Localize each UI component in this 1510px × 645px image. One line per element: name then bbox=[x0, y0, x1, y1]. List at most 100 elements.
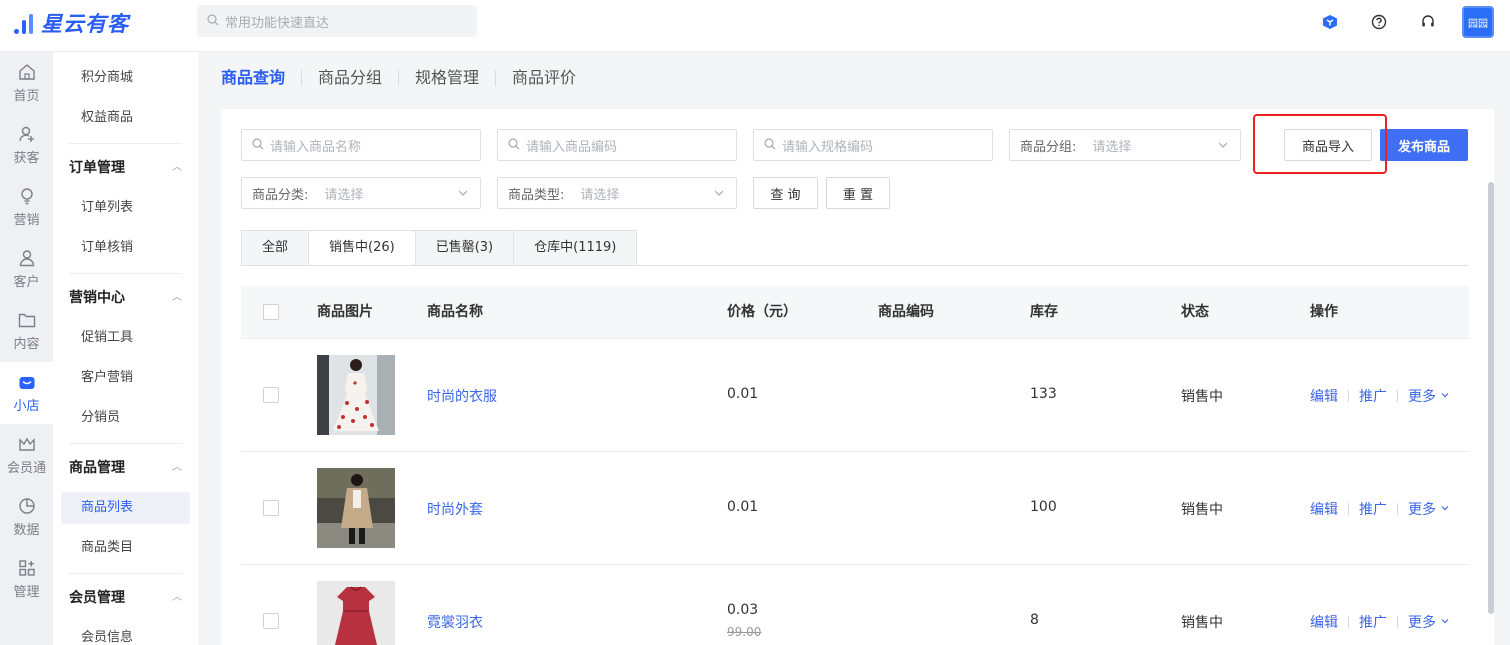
nav-label: 首页 bbox=[13, 89, 40, 104]
goods-group-select[interactable]: 商品分组: 请选择 bbox=[1009, 129, 1241, 161]
nav-label: 客户 bbox=[13, 275, 40, 290]
divider bbox=[1397, 390, 1398, 402]
subnav-item-goods-category[interactable]: 商品类目 bbox=[61, 532, 190, 564]
tab-sold-out[interactable]: 已售罄(3) bbox=[415, 230, 515, 266]
nav-label: 获客 bbox=[13, 151, 40, 166]
subnav-group-marketing[interactable]: 营销中心 ︿ bbox=[69, 283, 182, 313]
col-code: 商品编码 bbox=[878, 304, 934, 320]
edit-link[interactable]: 编辑 bbox=[1310, 499, 1338, 519]
publish-goods-button[interactable]: 发布商品 bbox=[1380, 129, 1468, 161]
more-link[interactable]: 更多 bbox=[1408, 386, 1436, 406]
more-link[interactable]: 更多 bbox=[1408, 499, 1436, 519]
reset-button[interactable]: 重 置 bbox=[826, 177, 890, 209]
nav-label: 内容 bbox=[13, 337, 40, 352]
promote-link[interactable]: 推广 bbox=[1359, 612, 1387, 632]
tab-on-sale[interactable]: 销售中(26) bbox=[309, 230, 416, 266]
product-image[interactable] bbox=[317, 355, 395, 435]
goods-type-select[interactable]: 商品类型: 请选择 bbox=[497, 177, 737, 209]
product-name-link[interactable]: 时尚外套 bbox=[427, 499, 483, 519]
nav-item-home[interactable]: 首页 bbox=[0, 52, 53, 114]
chevron-down-icon bbox=[456, 186, 470, 200]
tab-all[interactable]: 全部 bbox=[241, 230, 310, 266]
divider bbox=[69, 573, 182, 574]
product-name-link[interactable]: 霓裳羽衣 bbox=[427, 612, 483, 632]
subnav-group-members[interactable]: 会员管理 ︿ bbox=[69, 583, 182, 613]
table-header: 商品图片 商品名称 价格（元） 商品编码 库存 状态 操作 bbox=[241, 286, 1469, 339]
query-button[interactable]: 查 询 bbox=[753, 177, 818, 209]
tab-spec-manage[interactable]: 规格管理 bbox=[398, 70, 495, 86]
main-content: 商品查询 商品分组 规格管理 商品评价 请输入商品名称 请输入商品编码 请输入规… bbox=[198, 52, 1510, 645]
nav-label: 会员通 bbox=[6, 461, 46, 476]
help-icon[interactable] bbox=[1371, 14, 1387, 30]
spec-code-input[interactable]: 请输入规格编码 bbox=[753, 129, 993, 161]
stock: 100 bbox=[1030, 499, 1057, 515]
row-actions: 编辑 推广 更多 bbox=[1310, 499, 1450, 519]
scrollbar[interactable] bbox=[1488, 182, 1494, 614]
stock: 133 bbox=[1030, 386, 1057, 402]
nav-item-shop[interactable]: 小店 bbox=[0, 362, 53, 424]
subnav-item-promo-tools[interactable]: 促销工具 bbox=[61, 322, 190, 354]
avatar[interactable]: 园园 bbox=[1462, 6, 1494, 38]
headset-icon[interactable] bbox=[1420, 14, 1436, 30]
select-label: 商品分类: bbox=[252, 187, 309, 203]
col-price: 价格（元） bbox=[727, 304, 797, 320]
global-search-input[interactable]: 常用功能快速直达 bbox=[197, 5, 477, 37]
person-icon bbox=[17, 248, 37, 268]
promote-link[interactable]: 推广 bbox=[1359, 386, 1387, 406]
bulb-icon bbox=[17, 186, 37, 206]
more-link[interactable]: 更多 bbox=[1408, 612, 1436, 632]
nav-item-membership[interactable]: 会员通 bbox=[0, 424, 53, 486]
subnav-item-member-info[interactable]: 会员信息 bbox=[61, 622, 190, 645]
search-icon bbox=[764, 137, 776, 153]
status-text: 销售中 bbox=[1181, 502, 1223, 518]
cube-icon[interactable] bbox=[1322, 14, 1338, 30]
status-tabs: 全部 销售中(26) 已售罄(3) 仓库中(1119) bbox=[241, 230, 638, 266]
logo-mark-icon bbox=[14, 12, 33, 34]
product-image[interactable] bbox=[317, 581, 395, 645]
nav-item-content[interactable]: 内容 bbox=[0, 300, 53, 362]
subnav-item-order-list[interactable]: 订单列表 bbox=[61, 192, 190, 224]
edit-link[interactable]: 编辑 bbox=[1310, 386, 1338, 406]
nav-item-data[interactable]: 数据 bbox=[0, 486, 53, 548]
tab-in-warehouse[interactable]: 仓库中(1119) bbox=[514, 230, 638, 266]
tab-goods-query[interactable]: 商品查询 bbox=[221, 70, 301, 86]
row-checkbox[interactable] bbox=[263, 500, 279, 516]
group-title: 商品管理 bbox=[69, 460, 125, 476]
app-logo[interactable]: 星云有客 bbox=[14, 8, 129, 38]
search-icon bbox=[252, 137, 264, 153]
group-title: 订单管理 bbox=[69, 160, 125, 176]
subnav-item-points-mall[interactable]: 积分商城 bbox=[61, 62, 190, 94]
tab-goods-group[interactable]: 商品分组 bbox=[301, 70, 398, 86]
chevron-down-icon bbox=[1440, 388, 1450, 404]
row-checkbox[interactable] bbox=[263, 387, 279, 403]
promote-link[interactable]: 推广 bbox=[1359, 499, 1387, 519]
nav-item-acquire[interactable]: 获客 bbox=[0, 114, 53, 176]
subnav-item-goods-list[interactable]: 商品列表 bbox=[61, 492, 190, 524]
subnav-item-distributor[interactable]: 分销员 bbox=[61, 402, 190, 434]
nav-item-marketing[interactable]: 营销 bbox=[0, 176, 53, 238]
row-actions: 编辑 推广 更多 bbox=[1310, 612, 1450, 632]
subnav-item-order-verify[interactable]: 订单核销 bbox=[61, 232, 190, 264]
subnav-item-benefit-goods[interactable]: 权益商品 bbox=[61, 102, 190, 134]
row-checkbox[interactable] bbox=[263, 613, 279, 629]
nav-item-customer[interactable]: 客户 bbox=[0, 238, 53, 300]
col-stock: 库存 bbox=[1030, 304, 1058, 320]
nav-item-admin[interactable]: 管理 bbox=[0, 548, 53, 610]
edit-link[interactable]: 编辑 bbox=[1310, 612, 1338, 632]
goods-category-select[interactable]: 商品分类: 请选择 bbox=[241, 177, 481, 209]
subnav-group-orders[interactable]: 订单管理 ︿ bbox=[69, 153, 182, 183]
product-name-link[interactable]: 时尚的衣服 bbox=[427, 386, 497, 406]
tab-goods-review[interactable]: 商品评价 bbox=[495, 70, 592, 86]
select-label: 商品分组: bbox=[1020, 139, 1077, 155]
product-image[interactable] bbox=[317, 468, 395, 548]
goods-code-input[interactable]: 请输入商品编码 bbox=[497, 129, 737, 161]
select-all-checkbox[interactable] bbox=[263, 304, 279, 320]
col-name: 商品名称 bbox=[427, 304, 483, 320]
goods-name-input[interactable]: 请输入商品名称 bbox=[241, 129, 481, 161]
subnav-group-goods[interactable]: 商品管理 ︿ bbox=[69, 453, 182, 483]
divider bbox=[69, 273, 182, 274]
folder-icon bbox=[17, 310, 37, 330]
subnav-item-customer-marketing[interactable]: 客户营销 bbox=[61, 362, 190, 394]
nav-label: 管理 bbox=[13, 585, 40, 600]
chevron-up-icon: ︿ bbox=[172, 462, 182, 473]
